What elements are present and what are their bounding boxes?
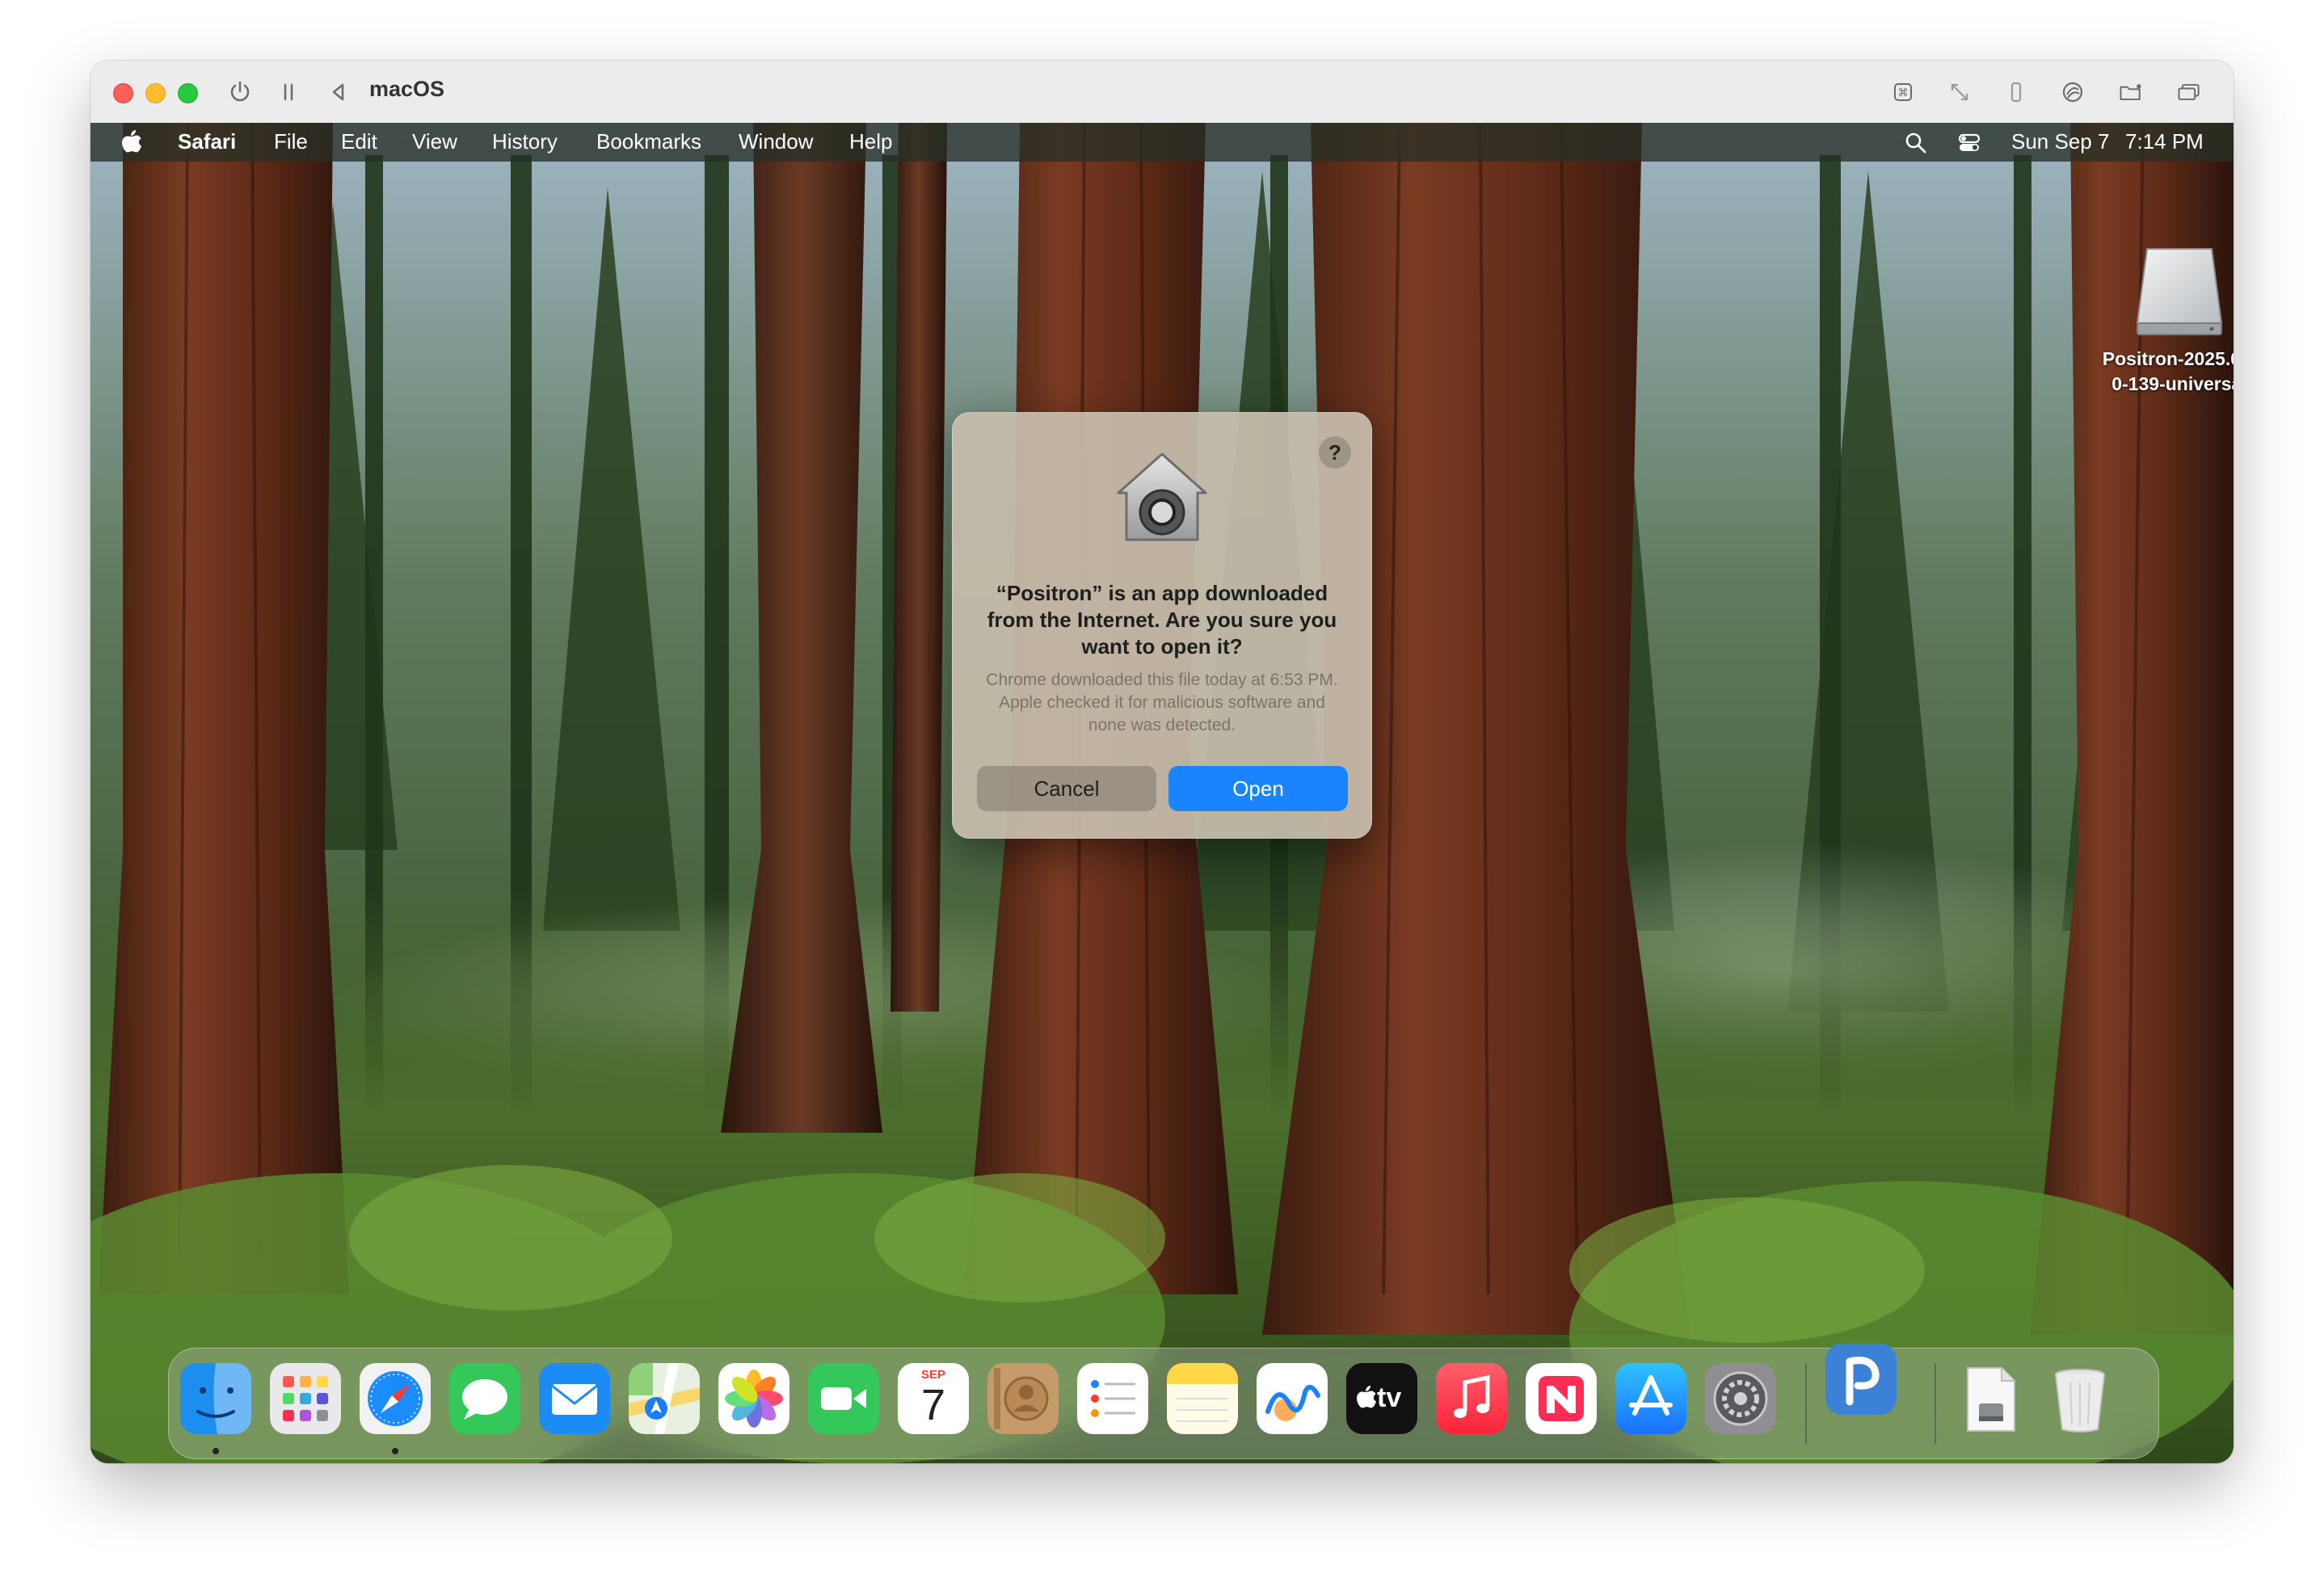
dock-separator [1805, 1363, 1807, 1444]
open-button[interactable]: Open [1168, 766, 1348, 811]
dialog-message: Chrome downloaded this file today at 6:5… [986, 671, 1338, 734]
disk-image-file-icon[interactable] [1955, 1363, 2026, 1434]
resize-icon[interactable] [1946, 78, 1973, 106]
reminders-icon[interactable] [1077, 1363, 1148, 1434]
menu-edit[interactable]: Edit [341, 129, 377, 154]
positron-icon[interactable] [1825, 1344, 1897, 1415]
external-disk-icon [2136, 248, 2223, 335]
control-center-icon[interactable] [1957, 131, 1981, 155]
vm-title: macOS [369, 77, 445, 101]
network-icon[interactable] [2059, 78, 2086, 106]
tv-apple-logo [1357, 1386, 1376, 1408]
menubar-time[interactable]: 7:14 PM [2125, 129, 2204, 154]
shared-folder-icon[interactable] [2117, 78, 2145, 106]
dock: SEP 7 tv [168, 1344, 2159, 1459]
menu-window[interactable]: Window [739, 129, 813, 154]
apple-menu-icon[interactable] [121, 129, 142, 159]
guest-screen: Safari File Edit View History Bookmarks … [91, 123, 2233, 1463]
spotlight-search-icon[interactable] [1904, 131, 1928, 155]
menu-app-safari[interactable]: Safari [178, 129, 236, 154]
close-button[interactable] [113, 83, 133, 103]
power-icon[interactable] [226, 78, 254, 106]
launchpad-icon[interactable] [270, 1363, 341, 1434]
gatekeeper-house-icon [1117, 452, 1207, 541]
disk-label-line-1: Positron-2025.09. [2102, 348, 2233, 369]
maps-icon[interactable] [629, 1363, 700, 1434]
calendar-icon[interactable]: SEP 7 [898, 1363, 969, 1434]
vm-window: macOS ⌘ Safari File Edit View History Bo… [91, 61, 2233, 1463]
facetime-icon[interactable] [808, 1363, 879, 1434]
menubar-date[interactable]: Sun Sep 7 [2011, 129, 2109, 154]
safari-icon[interactable] [360, 1363, 431, 1434]
desktop-disk-image[interactable]: Positron-2025.09. 0-139-universal [2078, 244, 2233, 397]
messages-icon[interactable] [449, 1363, 520, 1434]
system-settings-icon[interactable] [1705, 1363, 1776, 1434]
pause-icon[interactable] [275, 78, 302, 106]
menu-bookmarks[interactable]: Bookmarks [596, 129, 701, 154]
safari-running-indicator [392, 1448, 398, 1454]
music-icon[interactable] [1436, 1363, 1507, 1434]
calendar-month: SEP [920, 1368, 945, 1382]
freeform-icon[interactable] [1257, 1363, 1328, 1434]
finder-running-indicator [213, 1448, 219, 1454]
keyboard-icon[interactable]: ⌘ [1889, 78, 1917, 106]
help-button[interactable]: ? [1319, 436, 1351, 469]
cancel-button[interactable]: Cancel [977, 766, 1156, 811]
menu-help[interactable]: Help [849, 129, 892, 154]
menu-file[interactable]: File [274, 129, 308, 154]
menu-view[interactable]: View [412, 129, 457, 154]
dialog-title: “Positron” is an app downloaded from the… [987, 581, 1337, 658]
gatekeeper-dialog: ? “Positron” is an app downloaded from t… [952, 412, 1372, 839]
display-icon[interactable] [2175, 78, 2203, 106]
calendar-day: 7 [920, 1381, 946, 1429]
svg-text:⌘: ⌘ [1898, 87, 1909, 99]
trash-icon[interactable] [2044, 1363, 2116, 1434]
news-icon[interactable] [1526, 1363, 1597, 1434]
minimize-button[interactable] [145, 83, 166, 103]
tv-icon[interactable]: tv [1346, 1363, 1417, 1434]
photos-icon[interactable] [718, 1363, 789, 1434]
tv-label: tv [1377, 1382, 1402, 1413]
zoom-button[interactable] [178, 83, 198, 103]
contacts-icon[interactable] [987, 1363, 1059, 1434]
menu-history[interactable]: History [492, 129, 558, 154]
menu-bar: Safari File Edit View History Bookmarks … [91, 123, 2233, 162]
notes-icon[interactable] [1167, 1363, 1238, 1434]
mail-icon[interactable] [539, 1363, 610, 1434]
vm-titlebar: macOS ⌘ [91, 61, 2233, 124]
usb-icon[interactable] [2002, 78, 2030, 106]
desktop-disk-label: Positron-2025.09. 0-139-universal [2078, 347, 2233, 397]
dock-separator-2 [1935, 1363, 1936, 1444]
app-store-icon[interactable] [1615, 1363, 1686, 1434]
finder-icon[interactable] [180, 1363, 251, 1434]
disk-label-line-2: 0-139-universal [2111, 373, 2233, 394]
back-icon[interactable] [325, 78, 352, 106]
